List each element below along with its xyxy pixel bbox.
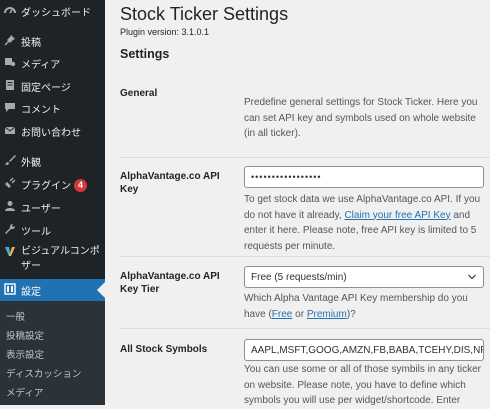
menu-label: ダッシュボード — [21, 7, 91, 19]
submenu-discussion[interactable]: ディスカッション — [6, 366, 81, 380]
page-icon — [6, 80, 14, 90]
row-divider — [120, 256, 490, 257]
menu-label: 投稿 — [21, 37, 41, 49]
plugins-label: プラグイン — [21, 180, 71, 192]
api-tier-desc-text: )? — [346, 308, 356, 320]
brush-icon — [5, 155, 16, 165]
premium-link[interactable]: Premium — [307, 309, 347, 320]
api-tier-selected: Free (5 requests/min) — [251, 271, 347, 283]
api-tier-select[interactable]: Free (5 requests/min) — [244, 266, 484, 288]
symbols-input[interactable]: AAPL,MSFT,GOOG,AMZN,FB,BABA,TCEHY,DIS,NF… — [244, 339, 484, 361]
api-tier-description: Which Alpha Vantage API Key membership d… — [244, 291, 484, 322]
row-divider — [120, 157, 490, 158]
menu-item-comments[interactable]: コメント — [0, 97, 105, 119]
general-description: Predefine general settings for Stock Tic… — [244, 97, 478, 139]
page-title: Stock Ticker Settings — [120, 4, 289, 24]
composer-icon — [5, 247, 15, 256]
menu-item-tools[interactable]: ツール — [0, 219, 105, 241]
menu-label: プラグイン 4 — [21, 177, 87, 192]
menu-item-contact[interactable]: お問い合わせ — [0, 120, 105, 142]
menu-label: ビジュアルコンポ ザー — [21, 246, 100, 272]
menu-item-settings[interactable]: 設定 — [0, 279, 105, 301]
row-divider — [120, 328, 490, 329]
menu-label: お問い合わせ — [21, 127, 81, 139]
menu-item-visual-composer[interactable]: ビジュアルコンポ ザー — [0, 241, 105, 277]
free-link[interactable]: Free — [272, 309, 293, 320]
admin-sidebar: ダッシュボード 投稿 メディア 固定ページ コメント お問い合わせ 外観 プラグ… — [0, 0, 105, 405]
plugin-version: Plugin version: 3.1.0.1 — [120, 27, 210, 37]
submenu-media[interactable]: メディア — [6, 385, 43, 399]
api-tier-label: AlphaVantage.co API Key Tier — [120, 271, 220, 295]
submenu-general[interactable]: 一般 — [6, 309, 25, 323]
main-content: Stock Ticker Settings Plugin version: 3.… — [105, 0, 490, 406]
menu-item-users[interactable]: ユーザー — [0, 196, 105, 218]
menu-item-pages[interactable]: 固定ページ — [0, 75, 105, 97]
wrench-icon — [5, 223, 16, 234]
pin-icon — [4, 35, 15, 46]
dashboard-icon — [4, 7, 16, 14]
symbols-description: You can use some or all of those symbils… — [244, 364, 481, 406]
update-count-badge: 4 — [74, 178, 87, 192]
comment-icon — [5, 103, 15, 112]
mail-icon — [4, 126, 16, 134]
claim-api-key-link[interactable]: Claim your free API Key — [344, 210, 450, 221]
api-key-input[interactable]: ••••••••••••••••• — [244, 166, 484, 188]
user-icon — [5, 201, 15, 211]
menu-label: 外観 — [21, 157, 41, 169]
menu-item-dashboard[interactable]: ダッシュボード — [0, 0, 105, 22]
menu-label: 設定 — [21, 286, 41, 298]
chevron-down-icon — [468, 274, 476, 280]
menu-label: ツール — [21, 226, 51, 238]
api-key-label: AlphaVantage.co API Key — [120, 171, 220, 195]
settings-icon — [4, 283, 16, 295]
section-title: Settings — [120, 47, 170, 61]
menu-item-plugins[interactable]: プラグイン 4 — [0, 173, 105, 195]
plugin-icon — [5, 177, 16, 188]
general-label: General — [120, 88, 158, 99]
submenu-writing[interactable]: 投稿設定 — [6, 328, 44, 342]
current-menu-arrow — [97, 282, 105, 298]
api-key-description: To get stock data we use AlphaVantage.co… — [244, 192, 484, 254]
menu-label: コメント — [21, 104, 61, 116]
menu-item-media[interactable]: メディア — [0, 52, 105, 74]
symbols-label: All Stock Symbols — [120, 344, 208, 355]
menu-item-appearance[interactable]: 外観 — [0, 150, 105, 172]
menu-label: メディア — [21, 59, 61, 71]
media-icon — [5, 58, 16, 67]
menu-label: 固定ページ — [21, 82, 71, 94]
settings-submenu: 一般 投稿設定 表示設定 ディスカッション メディア — [0, 301, 105, 405]
api-tier-desc-text: or — [292, 308, 307, 320]
submenu-reading[interactable]: 表示設定 — [6, 347, 44, 361]
menu-item-posts[interactable]: 投稿 — [0, 30, 105, 52]
menu-label: ユーザー — [21, 203, 61, 215]
